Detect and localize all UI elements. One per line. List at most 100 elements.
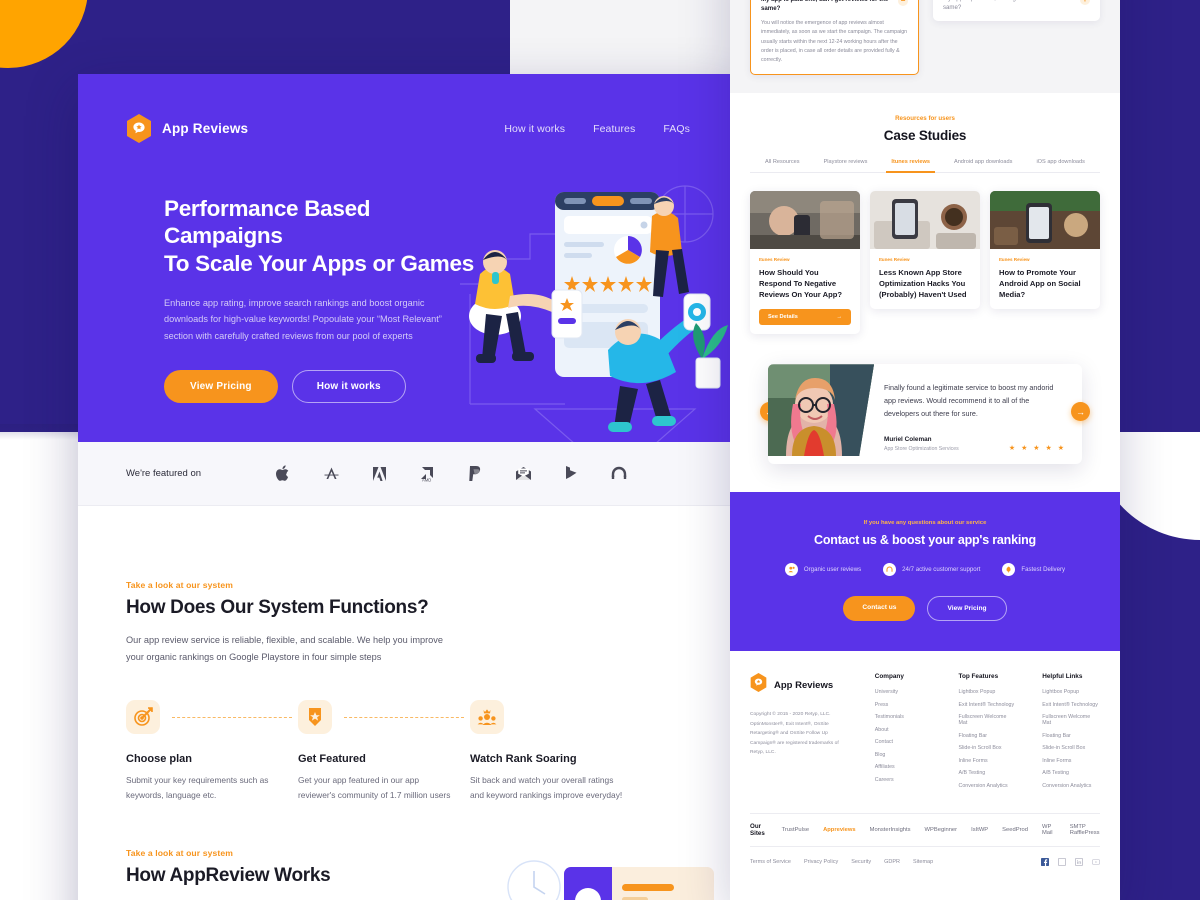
faq-collapse-icon[interactable]: − (898, 0, 908, 6)
amd-icon: AMD (417, 464, 437, 484)
footer-link[interactable]: A/B Testing (1042, 770, 1100, 776)
footer-link[interactable]: Lightbox Popup (959, 689, 1017, 695)
brand-logo[interactable]: App Reviews (126, 114, 248, 143)
legal-link-gdpr[interactable]: GDPR (884, 859, 900, 865)
case-study-title: Less Known App Store Optimization Hacks … (879, 268, 967, 300)
twitter-icon[interactable] (1058, 858, 1066, 867)
tab-ios-app-downloads[interactable]: iOS app downloads (1036, 159, 1085, 165)
footer-link[interactable]: Exit Intent® Technology (1042, 702, 1100, 708)
footer-link[interactable]: Testimonials (875, 714, 933, 720)
tab-all-resources[interactable]: All Resources (765, 159, 800, 165)
hero-buttons: View Pricing How it works (164, 369, 478, 403)
case-study-card[interactable]: Itunes Review Less Known App Store Optim… (870, 191, 980, 310)
footer-our-sites-bar: Our Sites TrustPulse Appreviews MonsterI… (750, 813, 1100, 848)
step-connector (344, 717, 464, 719)
legal-link-terms[interactable]: Terms of Service (750, 859, 791, 865)
cta-feature-label: Fastest Delivery (1021, 566, 1066, 574)
case-study-card[interactable]: Itunes Review How Should You Respond To … (750, 191, 860, 335)
footer-column-company: Company University Press Testimonials Ab… (875, 673, 933, 795)
case-study-title: How to Promote Your Android App on Socia… (999, 268, 1081, 300)
cta-feature-support: 24/7 active customer support (883, 563, 980, 577)
legal-link-security[interactable]: Security (851, 859, 871, 865)
nav-link-faqs[interactable]: FAQs (663, 123, 690, 135)
faq-expand-icon[interactable]: + (1080, 0, 1090, 5)
testimonial-rating-stars: ★ ★ ★ ★ ★ (1008, 445, 1066, 453)
site-link-trustpulse[interactable]: TrustPulse (782, 827, 810, 833)
footer-link[interactable]: Affiliates (875, 764, 933, 770)
footer-link[interactable]: A/B Testing (959, 770, 1017, 776)
cta-feature-organic-reviews: Organic user reviews (784, 563, 861, 577)
testimonial-quote: Finally found a legitimate service to bo… (884, 383, 1054, 418)
headphones-icon (609, 464, 629, 484)
case-study-body: Itunes Review Less Known App Store Optim… (870, 249, 980, 309)
case-study-tag: Itunes Review (879, 257, 910, 263)
footer-link[interactable]: Press (875, 702, 933, 708)
footer-link[interactable]: Inline Forms (959, 758, 1017, 764)
case-study-tag: Itunes Review (999, 257, 1030, 263)
see-details-button[interactable]: See Details → (759, 309, 851, 326)
view-pricing-button-cta[interactable]: View Pricing (927, 596, 1007, 622)
faq-header[interactable]: My app is paid one, can I get reviews fo… (943, 0, 1090, 12)
how-it-works-button[interactable]: How it works (291, 369, 406, 403)
audience-crown-icon (470, 700, 504, 735)
case-study-body: Itunes Review How to Promote Your Androi… (990, 249, 1100, 309)
faq-item-open[interactable]: My app is paid one, can I get reviews fo… (750, 0, 919, 76)
youtube-icon[interactable] (1092, 858, 1100, 866)
footer-link[interactable]: Blog (875, 752, 933, 758)
footer-link[interactable]: Fullscreen Welcome Mat (1042, 714, 1100, 726)
footer-link[interactable]: University (875, 689, 933, 695)
case-study-card[interactable]: Itunes Review How to Promote Your Androi… (990, 191, 1100, 310)
view-pricing-button[interactable]: View Pricing (164, 369, 278, 403)
footer-link[interactable]: About (875, 727, 933, 733)
adobe-icon (369, 464, 389, 484)
legal-link-privacy[interactable]: Privacy Policy (804, 859, 838, 865)
nav-link-how-it-works[interactable]: How it works (504, 123, 565, 135)
footer-link[interactable]: Lightbox Popup (1042, 689, 1100, 695)
site-link-appreviews[interactable]: Appreviews (823, 827, 856, 833)
support-icon (883, 563, 897, 577)
linkedin-icon[interactable] (1075, 858, 1083, 867)
faq-item-closed[interactable]: My app is paid one, can I get reviews fo… (933, 0, 1100, 22)
footer-logo[interactable]: App Reviews (750, 673, 849, 697)
cta-title: Contact us & boost your app's ranking (814, 533, 1036, 548)
hero-nav-links: How it works Features FAQs (504, 123, 690, 135)
footer-link[interactable]: Slide-in Scroll Box (1042, 745, 1100, 751)
footer-brand-name: App Reviews (774, 679, 834, 691)
system-section: Take a look at our system How Does Our S… (78, 506, 738, 802)
footer-link[interactable]: Conversion Analytics (959, 783, 1017, 789)
step-title: Choose plan (126, 753, 193, 766)
facebook-icon[interactable] (1041, 858, 1049, 867)
footer-link[interactable]: Exit Intent® Technology (959, 702, 1017, 708)
tab-android-app-downloads[interactable]: Android app downloads (954, 159, 1012, 165)
footer-link[interactable]: Floating Bar (959, 733, 1017, 739)
contact-us-button[interactable]: Contact us (843, 596, 916, 622)
nav-link-features[interactable]: Features (593, 123, 635, 135)
site-link-isitwp[interactable]: IsItWP (971, 827, 988, 833)
footer-link[interactable]: Conversion Analytics (1042, 783, 1100, 789)
footer-link[interactable]: Contact (875, 739, 933, 745)
case-study-image (750, 191, 860, 250)
legal-link-sitemap[interactable]: Sitemap (913, 859, 933, 865)
faq-header[interactable]: My app is paid one, can I get reviews fo… (761, 0, 908, 13)
footer-link[interactable]: Floating Bar (1042, 733, 1100, 739)
cta-features: Organic user reviews 24/7 active custome… (750, 563, 1100, 577)
tab-playstore-reviews[interactable]: Playstore reviews (824, 159, 868, 165)
site-link-seedprod[interactable]: SeedProd (1002, 827, 1028, 833)
site-link-smtp-rafflepress[interactable]: SMTP RafflePress (1070, 824, 1100, 836)
hexagon-review-icon (750, 673, 767, 697)
tab-itunes-reviews[interactable]: Itunes reviews (886, 159, 935, 173)
site-link-monsterinsights[interactable]: MonsterInsights (870, 827, 911, 833)
rocket-icon (1002, 563, 1016, 577)
testimonial-next-button[interactable]: → (1071, 402, 1090, 422)
footer-link[interactable]: Careers (875, 777, 933, 783)
footer-link[interactable]: Inline Forms (1042, 758, 1100, 764)
footer-column-heading: Company (874, 673, 904, 681)
site-link-wpbeginner[interactable]: WPBeginner (925, 827, 958, 833)
step-desc: Sit back and watch your overall ratings … (470, 775, 623, 800)
step-desc: Submit your key requirements such as key… (126, 775, 269, 800)
hero-subtitle: Enhance app rating, improve search ranki… (164, 298, 442, 341)
footer-link[interactable]: Slide-in Scroll Box (959, 745, 1017, 751)
footer-link[interactable]: Fullscreen Welcome Mat (959, 714, 1017, 726)
site-link-wpmail[interactable]: WP Mail (1042, 824, 1056, 836)
case-studies-title: Case Studies (883, 128, 967, 144)
